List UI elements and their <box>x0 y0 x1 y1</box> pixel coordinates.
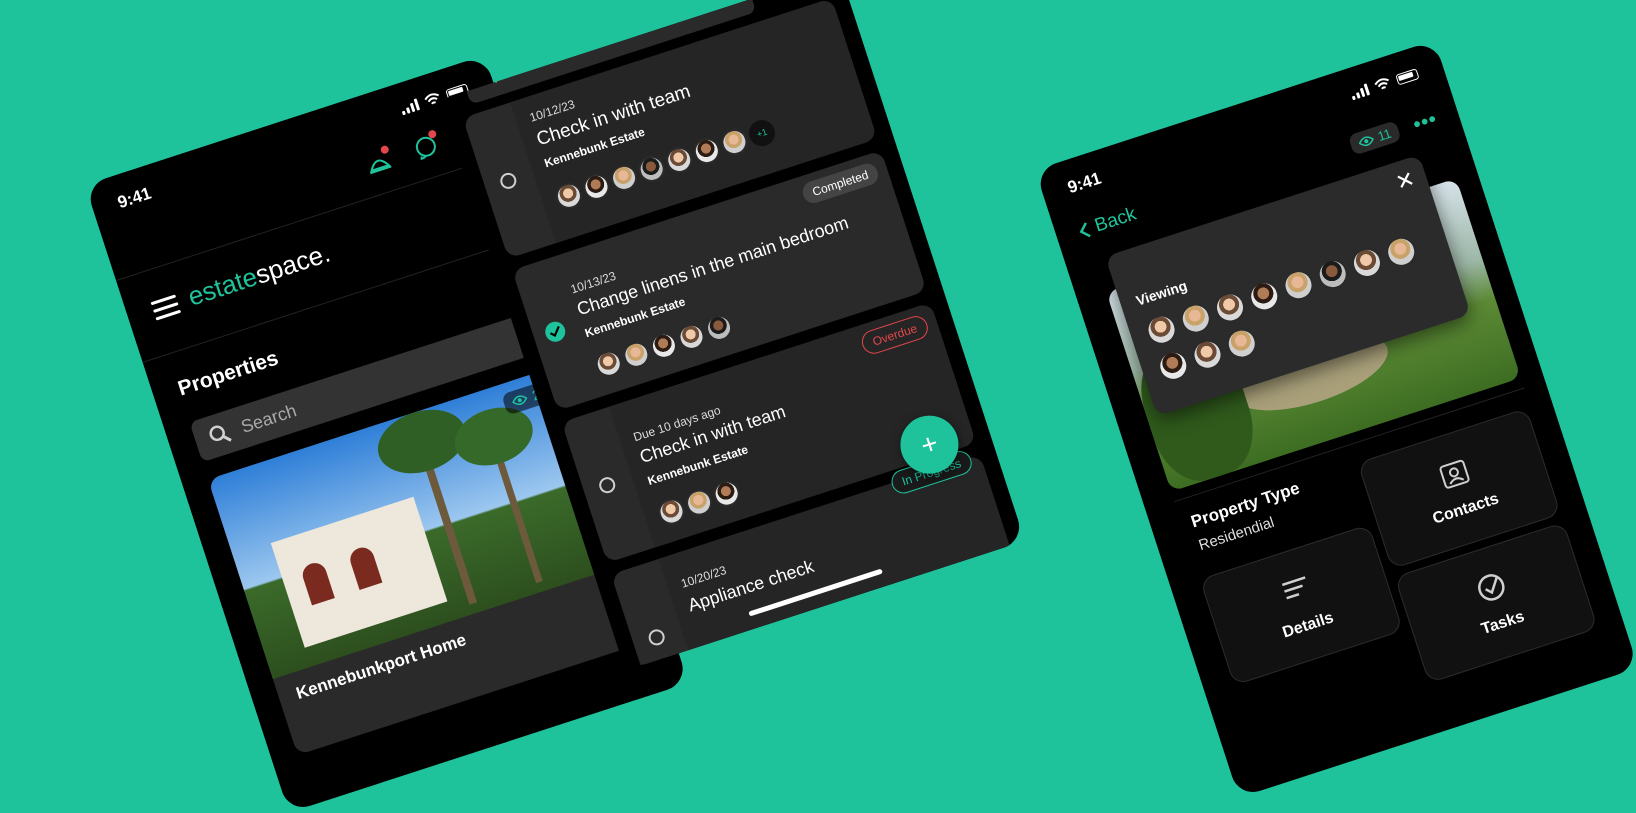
details-label: Details <box>1280 609 1336 642</box>
battery-icon <box>1395 67 1420 86</box>
avatar <box>675 320 708 354</box>
avatar <box>702 311 736 345</box>
viewing-label: Viewing <box>1133 277 1190 309</box>
avatar <box>1279 266 1318 305</box>
chevron-left-icon <box>1079 222 1091 238</box>
task-checkbox[interactable] <box>498 170 519 191</box>
status-badge-completed: Completed <box>799 160 881 206</box>
more-options-icon[interactable]: ••• <box>1410 108 1440 137</box>
page-title: Properties <box>175 346 282 401</box>
contacts-icon <box>1439 459 1470 489</box>
tasks-check-icon <box>1478 574 1505 601</box>
back-button[interactable]: Back <box>1075 204 1139 244</box>
checkmark-icon[interactable] <box>542 319 568 345</box>
avatar <box>1382 232 1421 271</box>
details-tile[interactable]: Details <box>1199 524 1404 686</box>
eye-icon <box>512 395 528 405</box>
brand-part-estate: estate <box>184 261 261 312</box>
task-checkbox[interactable] <box>597 475 618 496</box>
wifi-icon <box>1374 78 1389 90</box>
search-icon <box>209 425 232 442</box>
avatar <box>1313 255 1352 293</box>
viewers-count: 11 <box>1375 125 1394 145</box>
task-checkbox[interactable] <box>646 627 667 648</box>
status-time: 9:41 <box>1065 168 1104 198</box>
brand-logo: estatespace. <box>184 238 334 313</box>
menu-icon[interactable] <box>150 294 182 321</box>
phone-property-detail: 9:41 Back 11 ••• ✕ Viewing Property Type… <box>1035 40 1636 798</box>
service-bell-icon[interactable] <box>364 144 395 181</box>
chat-icon[interactable] <box>411 129 442 166</box>
task-title: Change linens in the main bedroom <box>574 212 851 320</box>
status-icons <box>1349 67 1420 101</box>
close-icon[interactable]: ✕ <box>1393 166 1419 196</box>
brand-part-space: space. <box>251 237 334 290</box>
avatar <box>619 338 653 372</box>
avatar <box>1348 244 1386 282</box>
avatar <box>647 329 681 363</box>
avatar <box>592 347 626 381</box>
signal-icon <box>399 98 421 116</box>
details-icon <box>1281 576 1306 600</box>
eye-icon <box>1358 136 1374 146</box>
avatar <box>1245 277 1284 316</box>
avatar <box>1222 324 1261 363</box>
status-time: 9:41 <box>115 183 154 213</box>
avatar <box>1142 310 1181 349</box>
search-placeholder: Search <box>238 399 299 437</box>
viewers-count-badge[interactable]: 11 <box>1347 120 1402 156</box>
avatar <box>1176 299 1215 338</box>
avatar <box>1154 346 1193 385</box>
avatar <box>1211 288 1249 327</box>
back-label: Back <box>1092 203 1139 237</box>
signal-icon <box>1349 83 1371 101</box>
avatar <box>1188 335 1227 374</box>
